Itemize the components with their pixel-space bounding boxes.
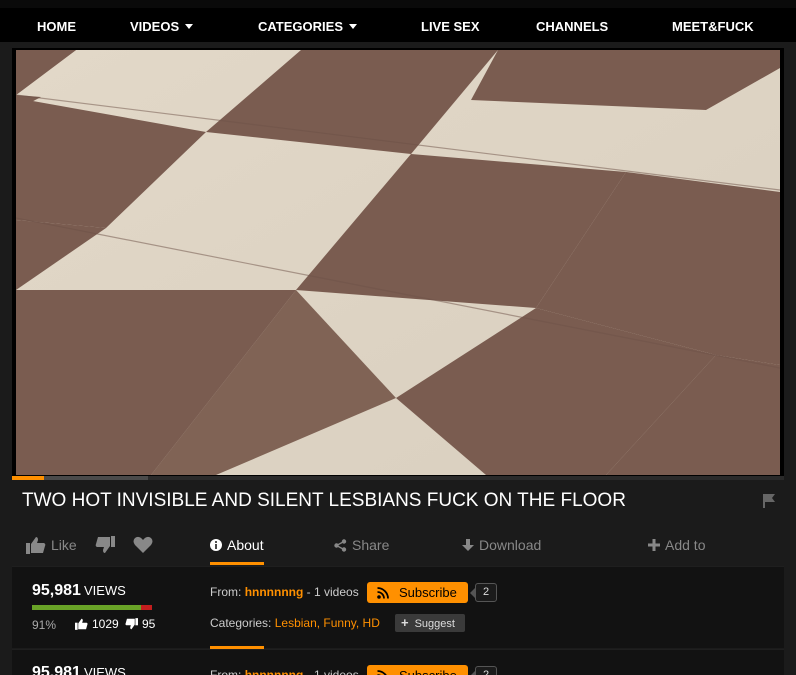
- progress-played: [12, 476, 44, 480]
- plus-icon: [648, 539, 660, 551]
- tab-download-label: Download: [479, 537, 542, 553]
- uploader-info-duplicate: From: hnnnnnng - 1 videos: [210, 668, 359, 675]
- top-strip: [0, 0, 796, 8]
- view-count-number: 95,981: [32, 582, 81, 599]
- nav-videos[interactable]: VIDEOS: [130, 8, 194, 42]
- nav-live-sex[interactable]: LIVE SEX: [421, 8, 480, 42]
- categories-info: Categories: Lesbian, Funny, HD: [210, 616, 380, 630]
- plus-icon: +: [401, 615, 409, 630]
- rating-bar: [32, 605, 152, 610]
- rss-icon: [377, 669, 388, 675]
- categories-links[interactable]: Lesbian, Funny, HD: [275, 616, 380, 630]
- chevron-down-icon: [185, 24, 194, 29]
- like-count: 1029: [75, 617, 119, 631]
- download-icon: [462, 538, 474, 551]
- view-count-number: 95,981: [32, 664, 81, 675]
- dislike-count-value: 95: [142, 617, 156, 631]
- uploader-link[interactable]: hnnnnnng: [245, 668, 304, 675]
- uploader-video-count: - 1 videos: [306, 585, 359, 599]
- view-count-label: VIEWS: [83, 665, 126, 675]
- subscribe-button[interactable]: Subscribe: [367, 582, 468, 603]
- view-count-label: VIEWS: [83, 583, 126, 598]
- thumbs-down-icon: [95, 536, 115, 553]
- dislike-button[interactable]: [95, 535, 120, 555]
- subscriber-count-duplicate: 2: [470, 666, 497, 675]
- info-icon: [210, 539, 222, 551]
- rss-icon: [377, 586, 389, 599]
- view-count: 95,981 VIEWS: [32, 582, 126, 600]
- subscribe-label: Subscribe: [399, 668, 457, 675]
- rating-percent: 91%: [32, 618, 57, 632]
- tab-about[interactable]: About: [210, 535, 264, 555]
- tab-add-to-label: Add to: [665, 537, 706, 553]
- chevron-down-icon: [349, 24, 357, 29]
- suggest-label: Suggest: [414, 618, 455, 630]
- uploader-video-count: - 1 videos: [306, 668, 359, 675]
- like-button[interactable]: Like: [26, 535, 77, 555]
- uploader-info: From: hnnnnnng - 1 videos: [210, 585, 359, 599]
- nav-meet[interactable]: MEET&FUCK: [672, 8, 754, 42]
- from-label: From:: [210, 585, 242, 599]
- tab-add-to[interactable]: Add to: [648, 535, 705, 555]
- dislike-count: 95: [125, 617, 155, 631]
- tab-share-label: Share: [352, 537, 390, 553]
- thumbs-up-icon: [75, 618, 88, 630]
- subscriber-count: 2: [470, 583, 497, 602]
- from-label: From:: [210, 668, 242, 675]
- thumbs-down-icon: [125, 618, 138, 630]
- tab-active-indicator: [210, 562, 264, 565]
- subscribe-label: Subscribe: [399, 585, 457, 600]
- rating-bar-fill: [32, 605, 142, 610]
- suggest-button[interactable]: + Suggest: [395, 614, 465, 632]
- favorite-button[interactable]: [133, 535, 158, 555]
- view-count-duplicate: 95,981 VIEWS: [32, 664, 126, 675]
- thumbs-up-icon: [26, 537, 46, 554]
- nav-channels[interactable]: CHANNELS: [536, 8, 608, 42]
- uploader-link[interactable]: hnnnnnng: [245, 585, 304, 599]
- like-count-value: 1029: [92, 617, 119, 631]
- nav-categories-label: CATEGORIES: [258, 19, 343, 34]
- nav-home[interactable]: HOME: [37, 8, 76, 42]
- main-nav: HOME VIDEOS CATEGORIES LIVE SEX CHANNELS…: [0, 8, 796, 42]
- tab-download[interactable]: Download: [462, 535, 541, 555]
- nav-videos-label: VIDEOS: [130, 19, 180, 34]
- subscribe-button-duplicate[interactable]: Subscribe: [367, 665, 468, 675]
- video-player[interactable]: [12, 48, 784, 480]
- tab-share[interactable]: Share: [334, 535, 389, 555]
- nav-categories[interactable]: CATEGORIES: [258, 8, 357, 42]
- share-icon: [334, 538, 347, 552]
- video-frame: [16, 50, 780, 475]
- flag-icon[interactable]: [762, 493, 776, 509]
- like-label: Like: [51, 537, 77, 553]
- categories-label: Categories:: [210, 616, 272, 630]
- heart-icon: [133, 536, 153, 553]
- tab-about-label: About: [227, 537, 264, 553]
- video-title: TWO HOT INVISIBLE AND SILENT LESBIANS FU…: [22, 490, 626, 511]
